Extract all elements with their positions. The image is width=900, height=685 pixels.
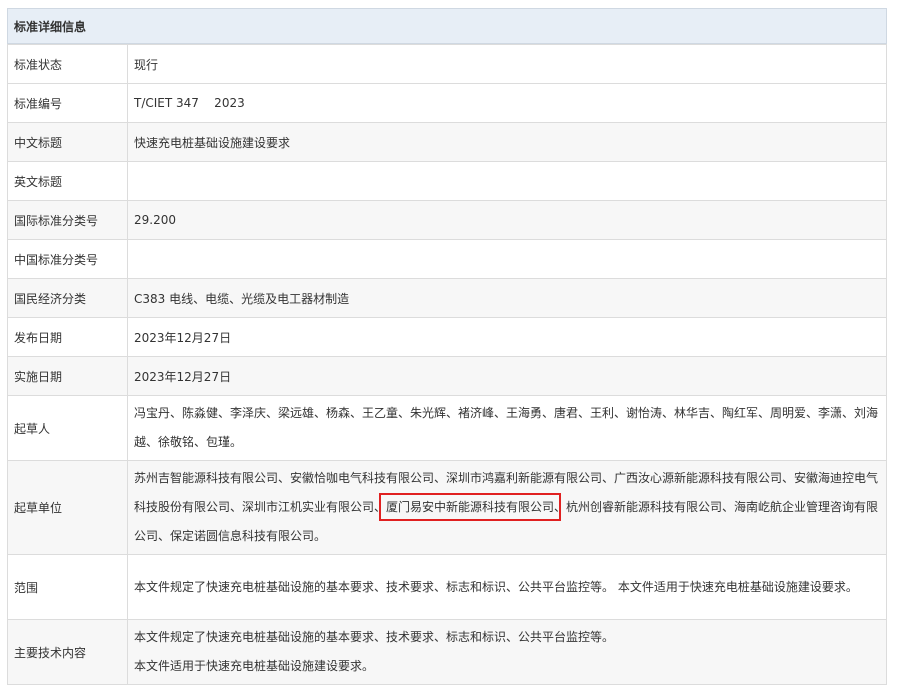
drafting-units-value: 苏州吉智能源科技有限公司、安徽恰咖电气科技有限公司、深圳市鸿嘉利新能源有限公司、… [127,460,887,555]
table-row: 发布日期 2023年12月27日 [7,317,887,357]
row-label: 中国标准分类号 [7,239,128,279]
technical-content-line: 本文件规定了快速充电桩基础设施的基本要求、技术要求、标志和标识、公共平台监控等。 [134,630,615,644]
row-value: 2023年12月27日 [127,317,887,357]
table-row: 标准状态 现行 [7,44,887,84]
row-value: 快速充电桩基础设施建设要求 [127,122,887,162]
standard-detail-panel: 标准详细信息 标准状态 现行 标准编号 T/CIET 347 2023 中文标题… [7,8,887,685]
table-row: 标准编号 T/CIET 347 2023 [7,83,887,123]
row-label: 起草人 [7,395,128,461]
table-row: 中国标准分类号 [7,239,887,279]
row-label: 英文标题 [7,161,128,201]
table-row: 国民经济分类 C383 电线、电缆、光缆及电工器材制造 [7,278,887,318]
row-label: 标准编号 [7,83,128,123]
panel-title: 标准详细信息 [7,8,887,44]
detail-table: 标准状态 现行 标准编号 T/CIET 347 2023 中文标题 快速充电桩基… [7,44,887,685]
table-row: 实施日期 2023年12月27日 [7,356,887,396]
row-value: 29.200 [127,200,887,240]
table-row: 中文标题 快速充电桩基础设施建设要求 [7,122,887,162]
row-value [127,239,887,279]
table-row: 范围 本文件规定了快速充电桩基础设施的基本要求、技术要求、标志和标识、公共平台监… [7,554,887,620]
technical-content-value: 本文件规定了快速充电桩基础设施的基本要求、技术要求、标志和标识、公共平台监控等。… [127,619,887,685]
table-row: 英文标题 [7,161,887,201]
row-value: 2023年12月27日 [127,356,887,396]
row-label: 范围 [7,554,128,620]
table-row: 国际标准分类号 29.200 [7,200,887,240]
table-row: 起草单位 苏州吉智能源科技有限公司、安徽恰咖电气科技有限公司、深圳市鸿嘉利新能源… [7,460,887,555]
row-value: 现行 [127,44,887,84]
row-label: 起草单位 [7,460,128,555]
row-label: 发布日期 [7,317,128,357]
table-row: 主要技术内容 本文件规定了快速充电桩基础设施的基本要求、技术要求、标志和标识、公… [7,619,887,685]
scope-value: 本文件规定了快速充电桩基础设施的基本要求、技术要求、标志和标识、公共平台监控等。… [127,554,887,620]
row-label: 实施日期 [7,356,128,396]
row-value [127,161,887,201]
table-row: 起草人 冯宝丹、陈淼健、李泽庆、梁远雄、杨森、王乙童、朱光辉、褚济峰、王海勇、唐… [7,395,887,461]
row-value: C383 电线、电缆、光缆及电工器材制造 [127,278,887,318]
row-label: 国际标准分类号 [7,200,128,240]
technical-content-line: 本文件适用于快速充电桩基础设施建设要求。 [134,659,375,673]
row-label: 国民经济分类 [7,278,128,318]
highlighted-company: 厦门易安中新能源科技有限公司 [379,493,562,521]
row-label: 标准状态 [7,44,128,84]
drafters-value: 冯宝丹、陈淼健、李泽庆、梁远雄、杨森、王乙童、朱光辉、褚济峰、王海勇、唐君、王利… [127,395,887,461]
row-label: 中文标题 [7,122,128,162]
row-label: 主要技术内容 [7,619,128,685]
row-value: T/CIET 347 2023 [127,83,887,123]
